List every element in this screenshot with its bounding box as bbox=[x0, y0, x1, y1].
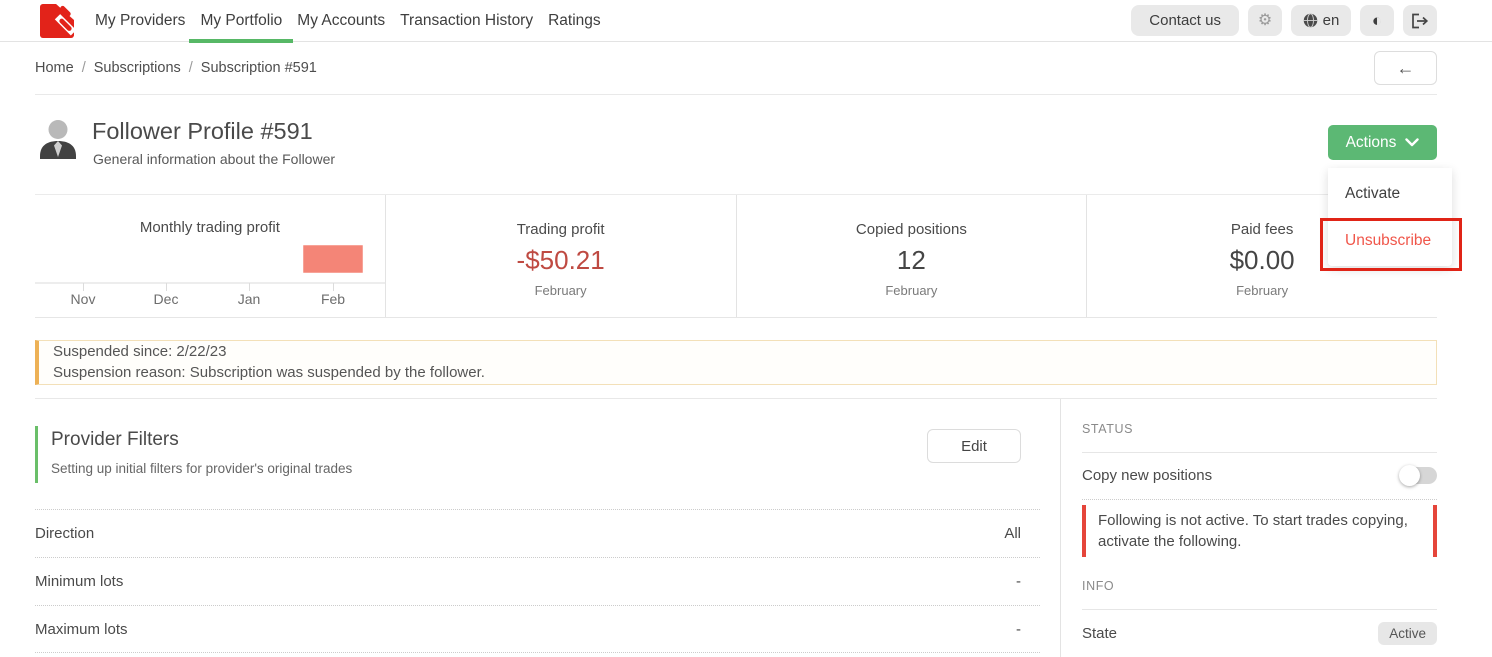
filter-rows: Direction All Minimum lots - Maximum lot… bbox=[35, 509, 1040, 653]
stat-title: Copied positions bbox=[856, 221, 967, 238]
actions-button[interactable]: Actions bbox=[1328, 125, 1437, 160]
status-heading: STATUS bbox=[1082, 422, 1437, 436]
page-root: My Providers My Portfolio My Accounts Tr… bbox=[0, 0, 1492, 657]
breadcrumb-separator: / bbox=[189, 60, 193, 76]
copy-new-positions-row: Copy new positions bbox=[1082, 453, 1437, 499]
lower-content: Provider Filters Setting up initial filt… bbox=[35, 398, 1437, 657]
filter-row-direction: Direction All bbox=[35, 509, 1040, 557]
filter-label: Maximum lots bbox=[35, 621, 128, 638]
stat-period: February bbox=[885, 283, 937, 298]
filter-value: All bbox=[1004, 525, 1021, 542]
gear-icon: ⚙ bbox=[1258, 13, 1272, 29]
column-divider bbox=[1060, 399, 1061, 657]
chart-tick bbox=[333, 283, 334, 291]
toggle-knob bbox=[1399, 465, 1420, 486]
filter-label: Direction bbox=[35, 525, 94, 542]
breadcrumb-row: Home / Subscriptions / Subscription #591… bbox=[35, 42, 1437, 95]
logout-button[interactable] bbox=[1403, 5, 1437, 36]
chart-bar-feb bbox=[303, 245, 363, 273]
state-badge: Active bbox=[1378, 622, 1437, 645]
stat-value: -$50.21 bbox=[517, 245, 605, 276]
back-button[interactable]: ← bbox=[1374, 51, 1437, 85]
actions-button-label: Actions bbox=[1346, 134, 1397, 152]
back-arrow-icon: ← bbox=[1397, 58, 1415, 79]
status-sidebar: STATUS Copy new positions Following is n… bbox=[1082, 399, 1437, 657]
breadcrumb-subscriptions[interactable]: Subscriptions bbox=[94, 60, 181, 76]
edit-filters-button[interactable]: Edit bbox=[927, 429, 1021, 463]
stat-copied-positions: Copied positions 12 February bbox=[737, 195, 1088, 317]
stat-period: February bbox=[535, 283, 587, 298]
navbar-actions: Contact us ⚙ en ◐ bbox=[1131, 5, 1437, 36]
state-row: State Active bbox=[1082, 610, 1437, 657]
breadcrumb-separator: / bbox=[82, 60, 86, 76]
nav-transaction-history[interactable]: Transaction History bbox=[393, 0, 540, 42]
brand-logo-icon[interactable] bbox=[40, 4, 74, 38]
contact-us-button[interactable]: Contact us bbox=[1131, 5, 1239, 36]
filter-row-maximum-lots: Maximum lots - bbox=[35, 605, 1040, 653]
provider-filters-subtitle: Setting up initial filters for provider'… bbox=[51, 461, 1040, 476]
nav-ratings[interactable]: Ratings bbox=[541, 0, 608, 42]
chart-tick bbox=[83, 283, 84, 291]
nav-my-accounts[interactable]: My Accounts bbox=[290, 0, 392, 42]
contrast-icon: ◐ bbox=[1372, 12, 1382, 29]
copy-new-positions-label: Copy new positions bbox=[1082, 467, 1212, 484]
main-navigation: My Providers My Portfolio My Accounts Tr… bbox=[88, 0, 609, 42]
globe-icon bbox=[1303, 13, 1318, 28]
menu-item-activate[interactable]: Activate bbox=[1328, 170, 1452, 217]
breadcrumb: Home / Subscriptions / Subscription #591 bbox=[35, 60, 317, 76]
menu-item-unsubscribe[interactable]: Unsubscribe bbox=[1328, 217, 1452, 264]
chart-tick bbox=[166, 283, 167, 291]
suspension-reason: Suspension reason: Subscription was susp… bbox=[53, 363, 1422, 383]
provider-filters-header: Provider Filters Setting up initial filt… bbox=[35, 426, 1040, 483]
avatar bbox=[35, 116, 81, 162]
page-subtitle: General information about the Follower bbox=[93, 151, 335, 167]
following-inactive-warning: Following is not active. To start trades… bbox=[1082, 505, 1437, 557]
dotted-divider bbox=[1082, 499, 1437, 500]
stat-value: 12 bbox=[897, 245, 926, 276]
chart-label-jan: Jan bbox=[217, 291, 281, 307]
logout-icon bbox=[1411, 13, 1429, 29]
actions-dropdown-menu: Activate Unsubscribe bbox=[1328, 168, 1452, 266]
profile-header: Follower Profile #591 General informatio… bbox=[35, 95, 1437, 194]
filter-value: - bbox=[1016, 573, 1021, 590]
chevron-down-icon bbox=[1405, 138, 1419, 147]
top-navbar: My Providers My Portfolio My Accounts Tr… bbox=[0, 0, 1492, 42]
chart-label-nov: Nov bbox=[51, 291, 115, 307]
page-title: Follower Profile #591 bbox=[92, 118, 313, 145]
language-code: en bbox=[1323, 12, 1340, 29]
chart-label-dec: Dec bbox=[134, 291, 198, 307]
chart-title: Monthly trading profit bbox=[35, 219, 385, 236]
nav-my-portfolio[interactable]: My Portfolio bbox=[193, 0, 289, 42]
info-heading: INFO bbox=[1082, 579, 1437, 593]
stat-value: $0.00 bbox=[1230, 245, 1295, 276]
settings-button[interactable]: ⚙ bbox=[1248, 5, 1282, 36]
provider-filters-section: Provider Filters Setting up initial filt… bbox=[35, 399, 1040, 653]
theme-contrast-button[interactable]: ◐ bbox=[1360, 5, 1394, 36]
stats-row: Monthly trading profit Nov Dec Jan Feb T… bbox=[35, 194, 1437, 318]
state-label: State bbox=[1082, 625, 1117, 642]
chart-tick bbox=[249, 283, 250, 291]
filter-value: - bbox=[1016, 621, 1021, 638]
chart-label-feb: Feb bbox=[301, 291, 365, 307]
breadcrumb-home[interactable]: Home bbox=[35, 60, 74, 76]
filter-label: Minimum lots bbox=[35, 573, 123, 590]
stat-period: February bbox=[1236, 283, 1288, 298]
breadcrumb-current: Subscription #591 bbox=[201, 60, 317, 76]
stat-title: Paid fees bbox=[1231, 221, 1294, 238]
monthly-trading-profit-chart: Monthly trading profit Nov Dec Jan Feb bbox=[35, 195, 386, 317]
nav-my-providers[interactable]: My Providers bbox=[88, 0, 192, 42]
language-button[interactable]: en bbox=[1291, 5, 1351, 36]
stat-title: Trading profit bbox=[517, 221, 605, 238]
suspension-since: Suspended since: 2/22/23 bbox=[53, 342, 1422, 362]
suspension-banner: Suspended since: 2/22/23 Suspension reas… bbox=[35, 340, 1437, 385]
copy-new-positions-toggle[interactable] bbox=[1401, 466, 1437, 485]
stat-trading-profit: Trading profit -$50.21 February bbox=[386, 195, 737, 317]
provider-filters-title: Provider Filters bbox=[51, 426, 1040, 451]
filter-row-minimum-lots: Minimum lots - bbox=[35, 557, 1040, 605]
